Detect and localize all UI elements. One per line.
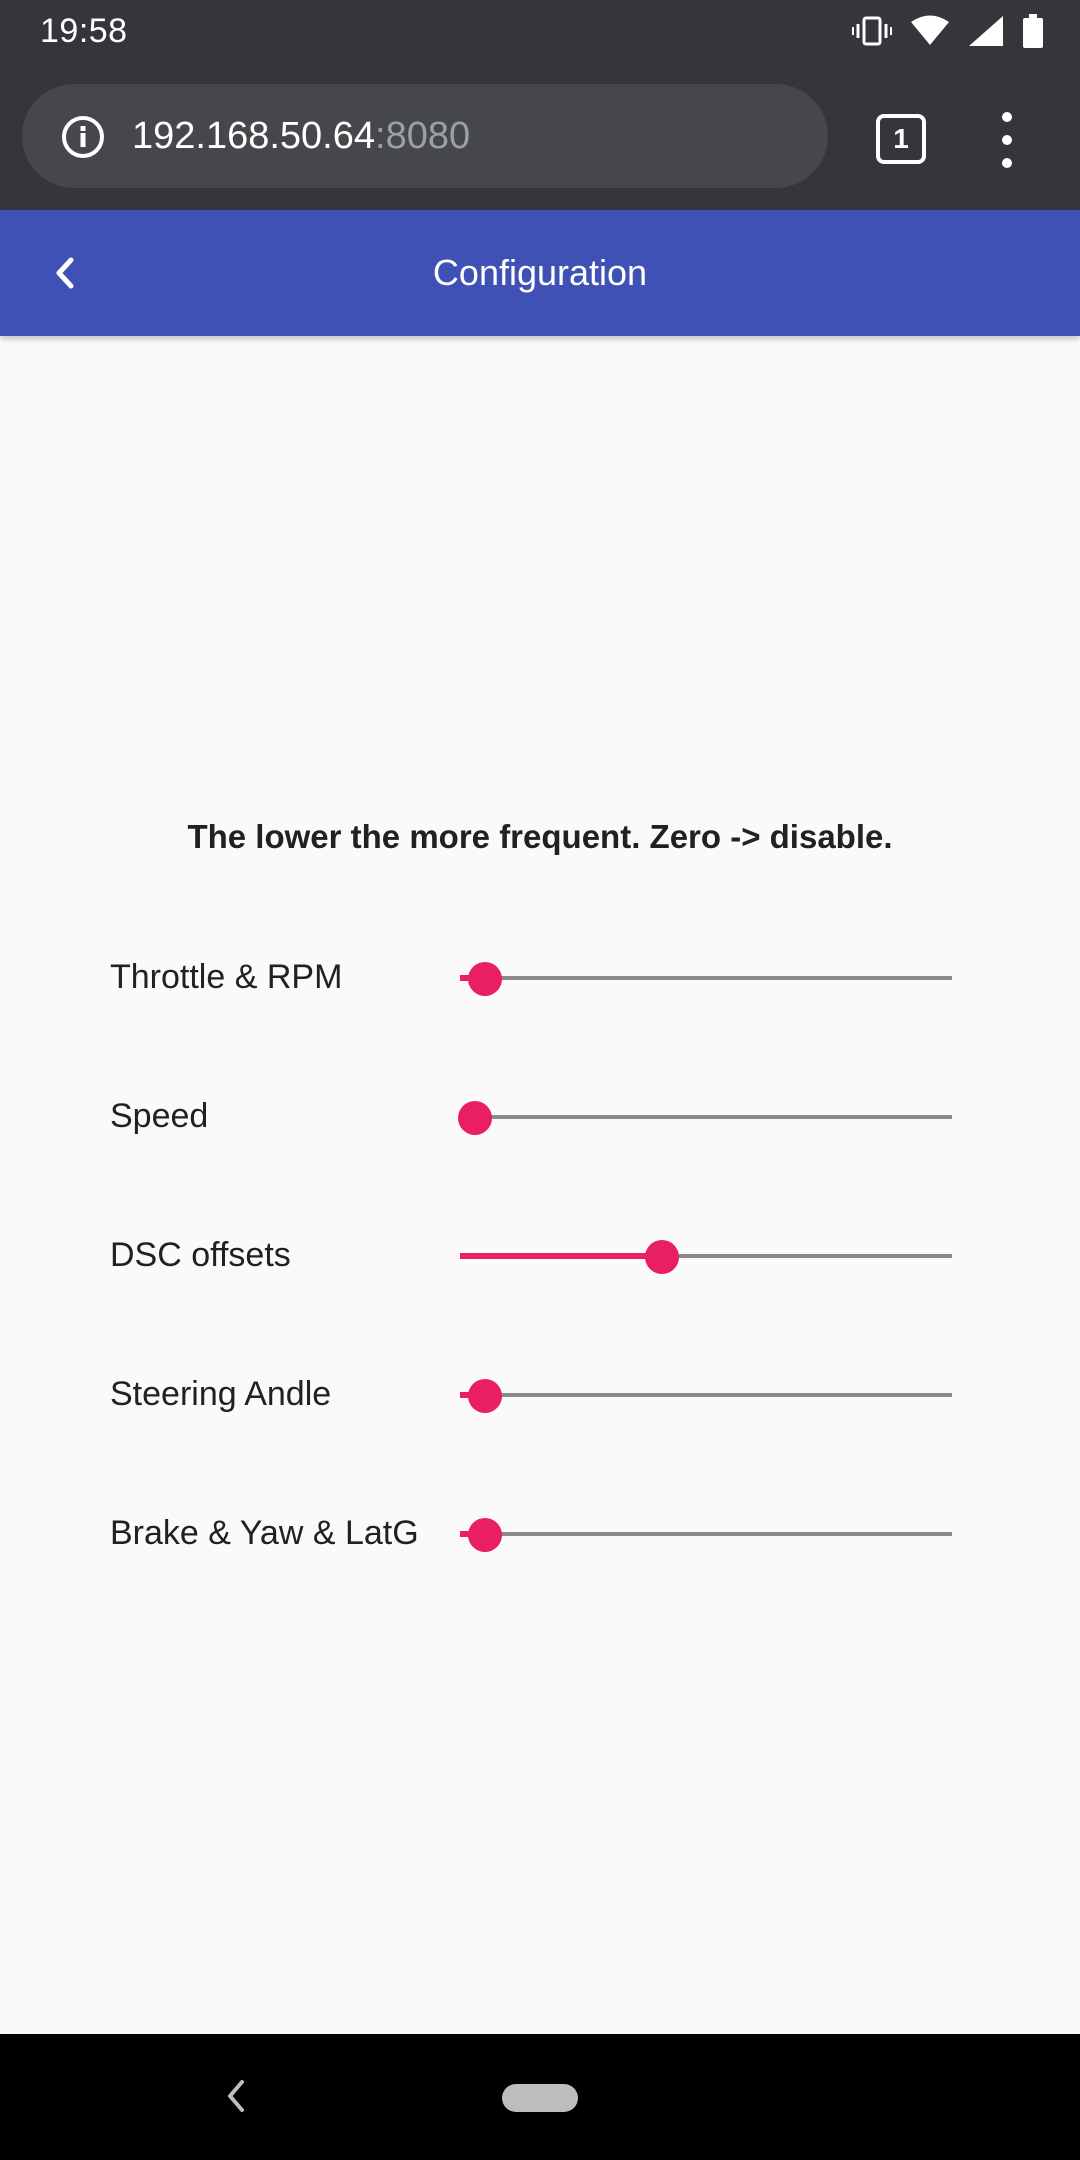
battery-icon [1023,14,1043,48]
back-icon[interactable] [218,2076,254,2116]
slider-track [460,1532,952,1536]
slider-label: Speed [110,1097,209,1135]
url-host: 192.168.50.64 [132,115,376,157]
main-content: The lower the more frequent. Zero -> dis… [0,336,1080,2034]
slider-thumb[interactable] [468,1379,502,1413]
slider-label: Steering Andle [110,1375,332,1413]
slider-row-throttle-rpm: Throttle & RPM [0,938,1080,1018]
status-icons [852,14,1044,48]
url-bar[interactable]: 192.168.50.64:8080 [22,84,828,188]
home-pill[interactable] [502,2084,578,2112]
hint-text: The lower the more frequent. Zero -> dis… [187,818,893,855]
system-nav-bar [0,2034,1080,2160]
info-icon[interactable] [60,114,106,160]
url-port: :8080 [375,115,471,157]
slider-thumb[interactable] [458,1101,492,1135]
slider-thumb[interactable] [468,962,502,996]
url-text[interactable]: 192.168.50.64:8080 [132,115,470,158]
slider-row-speed: Speed [0,1077,1080,1157]
wifi-icon [911,15,949,45]
slider-track [460,1115,952,1119]
slider-row-steering-andle: Steering Andle [0,1355,1080,1435]
slider-row-brake-yaw-latg: Brake & Yaw & LatG [0,1494,1080,1574]
tab-switcher-button[interactable]: 1 [876,114,926,164]
slider-thumb[interactable] [645,1240,679,1274]
browser-toolbar: 192.168.50.64:8080 1 [0,62,1080,210]
slider-label: Brake & Yaw & LatG [110,1514,419,1552]
slider-track [460,1393,952,1397]
signal-icon [969,16,1003,46]
slider-label: DSC offsets [110,1236,291,1274]
slider-label: Throttle & RPM [110,958,343,996]
dsc-offsets-slider[interactable] [460,1216,952,1296]
page-title: Configuration [432,252,648,293]
status-bar: 19:58 [0,0,1080,62]
steering-andle-slider[interactable] [460,1355,952,1435]
more-vert-icon[interactable] [990,112,1024,168]
speed-slider[interactable] [458,1077,952,1157]
slider-fill [460,1253,662,1259]
throttle-rpm-slider[interactable] [460,938,952,1018]
status-time: 19:58 [40,12,128,50]
brake-yaw-latg-slider[interactable] [460,1494,952,1574]
slider-row-dsc-offsets: DSC offsets [0,1216,1080,1296]
vibrate-icon [852,16,892,46]
slider-track [460,976,952,980]
slider-thumb[interactable] [468,1518,502,1552]
app-bar: Configuration [0,210,1080,336]
